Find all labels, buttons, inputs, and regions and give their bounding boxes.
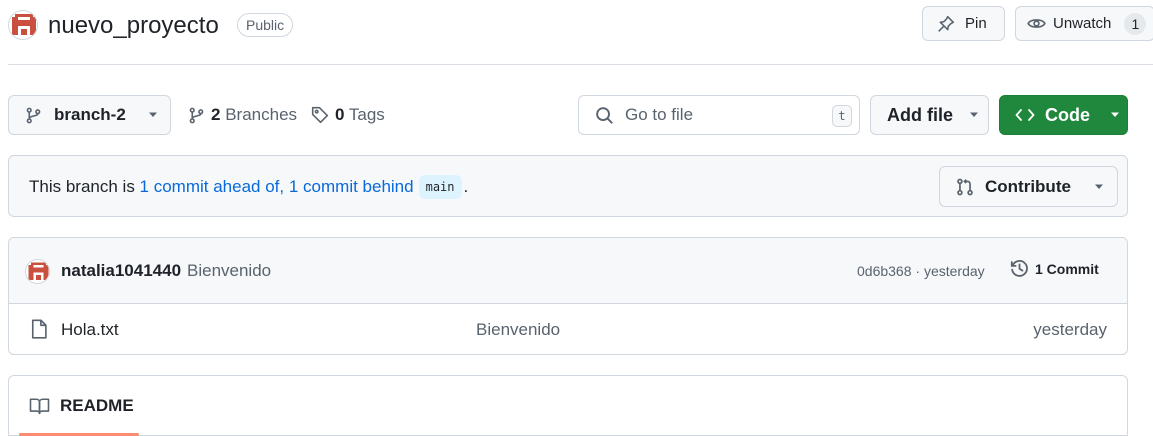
go-to-file-input[interactable]: Go to file t xyxy=(578,95,860,135)
chevron-down-icon xyxy=(1110,112,1120,118)
contribute-button[interactable]: Contribute xyxy=(939,166,1118,207)
unwatch-button[interactable]: Unwatch 1 xyxy=(1015,6,1153,41)
git-branch-icon xyxy=(25,107,42,124)
book-icon xyxy=(29,397,50,415)
file-commit-date: yesterday xyxy=(1033,320,1107,339)
branch-selector-button[interactable]: branch-2 xyxy=(8,95,171,135)
chevron-down-icon xyxy=(969,112,979,118)
watch-count-badge: 1 xyxy=(1124,12,1147,35)
pin-icon xyxy=(937,15,955,33)
pull-request-icon xyxy=(956,178,974,196)
add-file-button[interactable]: Add file xyxy=(870,95,989,135)
pin-button[interactable]: Pin xyxy=(922,6,1005,41)
search-icon xyxy=(595,106,614,125)
branches-count: 2 xyxy=(211,105,221,124)
file-name-link[interactable]: Hola.txt xyxy=(61,320,119,340)
commit-author-link[interactable]: natalia1041440 xyxy=(61,261,181,281)
contribute-label: Contribute xyxy=(985,176,1071,196)
eye-icon xyxy=(1027,14,1046,33)
file-commit-message-link[interactable]: Bienvenido xyxy=(476,320,560,340)
tags-label: Tags xyxy=(348,105,385,124)
keyboard-shortcut-hint: t xyxy=(832,105,852,127)
commits-ahead-link[interactable]: 1 commit ahead of, xyxy=(140,177,285,197)
tags-count: 0 xyxy=(335,105,345,124)
file-table: natalia1041440 Bienvenido 0d6b368 · yest… xyxy=(8,237,1128,355)
code-icon xyxy=(1015,107,1035,123)
repo-owner-avatar[interactable] xyxy=(8,10,38,40)
commits-count-label: 1 Commit xyxy=(1035,260,1099,277)
author-avatar[interactable] xyxy=(25,259,50,284)
latest-commit-row: natalia1041440 Bienvenido 0d6b368 · yest… xyxy=(9,238,1127,304)
unwatch-label: Unwatch xyxy=(1053,15,1112,32)
git-branch-icon xyxy=(188,107,205,124)
pin-label: Pin xyxy=(965,15,987,32)
commit-history-link[interactable]: 1 Commit xyxy=(1010,259,1099,278)
repo-name-link[interactable]: nuevo_proyecto xyxy=(48,11,219,41)
code-label: Code xyxy=(1045,104,1090,125)
code-button[interactable]: Code xyxy=(999,95,1128,135)
header-divider xyxy=(8,64,1153,65)
tag-icon xyxy=(311,106,329,124)
tags-link[interactable]: 0 Tags xyxy=(311,102,385,128)
visibility-badge: Public xyxy=(237,13,294,37)
branches-link[interactable]: 2 Branches xyxy=(188,102,297,128)
readme-tab[interactable]: README xyxy=(29,396,134,416)
branches-label: Branches xyxy=(225,105,298,124)
file-row[interactable]: Hola.txt Bienvenido yesterday xyxy=(9,305,1127,354)
branch-status-suffix: . xyxy=(463,177,469,196)
base-branch-chip[interactable]: main xyxy=(418,175,462,199)
branch-status-prefix: This branch is xyxy=(29,177,140,196)
go-to-file-placeholder: Go to file xyxy=(625,105,694,124)
chevron-down-icon xyxy=(1094,184,1104,190)
commit-message-link[interactable]: Bienvenido xyxy=(187,261,271,281)
commit-hash-time[interactable]: 0d6b368 · yesterday xyxy=(857,263,985,279)
history-icon xyxy=(1010,259,1029,278)
add-file-label: Add file xyxy=(887,104,953,125)
file-icon xyxy=(30,319,48,339)
branch-status-text: This branch is 1 commit ahead of, 1 comm… xyxy=(29,175,468,199)
readme-tab-label: README xyxy=(60,396,134,415)
branch-name: branch-2 xyxy=(54,105,126,124)
commits-behind-link[interactable]: 1 commit behind xyxy=(289,177,414,197)
branch-status-box: This branch is 1 commit ahead of, 1 comm… xyxy=(8,155,1128,217)
chevron-down-icon xyxy=(148,112,158,118)
readme-panel: README xyxy=(8,375,1128,436)
